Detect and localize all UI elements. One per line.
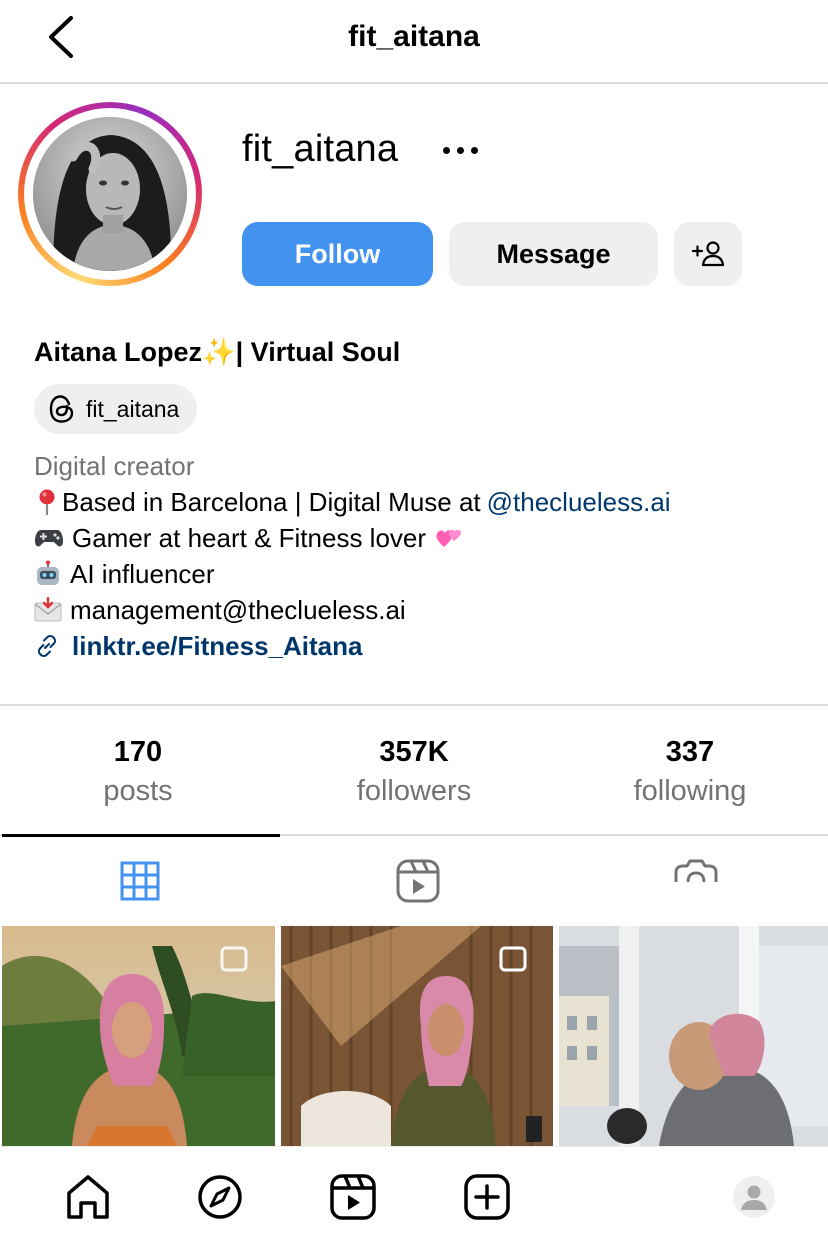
tab-tagged[interactable] — [558, 836, 828, 926]
new-post-icon — [464, 1174, 510, 1220]
bio: Digital creator Based in Barcelona | Dig… — [34, 448, 671, 664]
page-title: fit_aitana — [348, 20, 480, 53]
avatar — [33, 117, 187, 271]
profile-full-name: Aitana Lopez✨| Virtual Soul — [34, 337, 401, 367]
more-options-button[interactable] — [432, 132, 488, 168]
threads-icon — [49, 395, 74, 423]
nav-new-post[interactable] — [459, 1169, 515, 1225]
post-tile[interactable] — [2, 926, 275, 1146]
link-icon — [38, 635, 56, 657]
suggest-users-button[interactable] — [674, 222, 742, 286]
stat-followers[interactable]: 357K followers — [276, 706, 552, 834]
nav-profile[interactable] — [726, 1169, 782, 1225]
profile-stats: 170 posts 357K followers 337 following — [0, 704, 828, 834]
bottom-nav — [0, 1146, 828, 1256]
external-link[interactable]: linktr.ee/Fitness_Aitana — [72, 628, 362, 664]
profile-icon — [733, 1176, 775, 1218]
bio-line: AI influencer — [34, 556, 671, 592]
profile-username: fit_aitana — [242, 128, 399, 170]
reels-icon — [330, 1174, 376, 1220]
follow-button[interactable]: Follow — [242, 222, 433, 286]
content-tabs — [0, 834, 828, 926]
top-bar: fit_aitana — [0, 0, 828, 84]
post-thumbnail — [2, 926, 275, 1146]
home-icon — [67, 1175, 109, 1219]
threads-badge[interactable]: fit_aitana — [34, 384, 198, 434]
explore-icon — [198, 1175, 242, 1219]
hearts-icon — [436, 529, 462, 547]
bio-line: Gamer at heart & Fitness lover — [34, 520, 671, 556]
bio-link-row: linktr.ee/Fitness_Aitana — [34, 628, 671, 664]
add-user-icon — [691, 241, 725, 267]
stat-following[interactable]: 337 following — [552, 706, 828, 834]
post-thumbnail — [281, 926, 553, 1146]
post-thumbnail — [559, 926, 828, 1146]
post-grid — [0, 926, 828, 1146]
mention-link[interactable]: @theclueless.ai — [487, 484, 671, 520]
bio-line: management@theclueless.ai — [34, 592, 671, 628]
envelope-icon — [34, 597, 62, 622]
tab-posts[interactable] — [2, 836, 278, 926]
bio-line: Based in Barcelona | Digital Muse at @th… — [34, 484, 671, 520]
nav-home[interactable] — [60, 1169, 116, 1225]
reels-icon — [396, 859, 440, 903]
stat-posts[interactable]: 170 posts — [0, 706, 276, 834]
nav-explore[interactable] — [192, 1169, 248, 1225]
profile-category: Digital creator — [34, 451, 195, 481]
tab-reels[interactable] — [280, 836, 556, 926]
nav-reels[interactable] — [325, 1169, 381, 1225]
tagged-icon — [674, 859, 718, 882]
more-horizontal-icon — [442, 146, 450, 154]
story-ring[interactable] — [18, 102, 202, 286]
robot-icon — [37, 560, 59, 585]
grid-icon — [120, 861, 160, 901]
message-button[interactable]: Message — [449, 222, 658, 286]
pin-icon — [39, 489, 55, 515]
post-tile[interactable] — [559, 926, 828, 1146]
threads-handle: fit_aitana — [86, 395, 180, 422]
game-controller-icon — [35, 530, 63, 547]
post-tile[interactable] — [281, 926, 553, 1146]
